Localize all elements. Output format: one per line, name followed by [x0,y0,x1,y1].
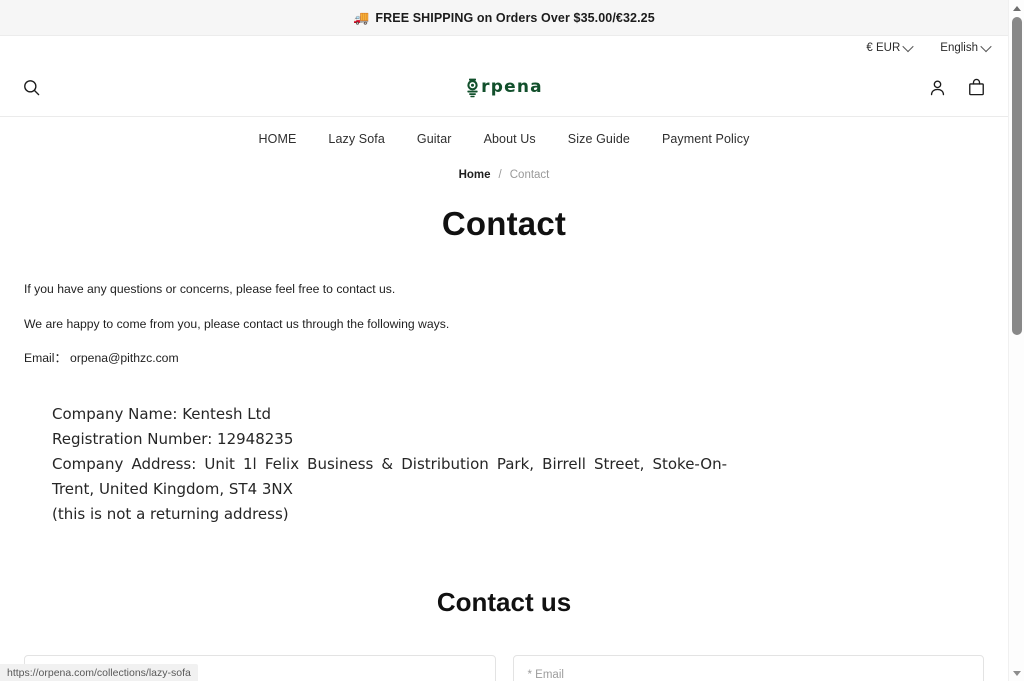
intro-line-email: Email： orpena@pithzc.com [24,351,179,366]
intro-line-2: We are happy to come from you, please co… [24,316,450,331]
nav-item-home[interactable]: HOME [259,132,297,146]
status-bar-url: https://orpena.com/collections/lazy-sofa [7,666,191,679]
site-header: rpena [0,59,1008,117]
chevron-up-icon [1013,5,1021,11]
page-title: Contact [441,205,567,242]
chevron-down-icon [980,40,992,52]
account-button[interactable] [928,78,947,97]
search-icon [24,80,40,96]
logo-mark-icon [467,78,478,97]
nav-item-size-guide[interactable]: Size Guide [568,132,630,146]
currency-selector[interactable]: € EUR [866,40,914,54]
utility-bar: € EUR English [0,36,1008,59]
language-label: English [940,41,978,54]
breadcrumb-home-link[interactable]: Home [459,169,491,181]
announcement-bar: 🚚 FREE SHIPPING on Orders Over $35.00/€3… [0,0,1008,36]
cart-button[interactable] [967,78,986,97]
company-name-line: Company Name: Kentesh Ltd [52,405,271,424]
main-navigation: HOME Lazy Sofa Guitar About Us Size Guid… [0,117,1008,161]
delivery-truck-icon: 🚚 [353,10,370,25]
scroll-up-button[interactable] [1009,0,1024,16]
contact-form-title: Contact us [436,587,572,618]
announcement-text: FREE SHIPPING on Orders Over $35.00/€32.… [375,10,655,25]
nav-item-lazy-sofa[interactable]: Lazy Sofa [328,132,385,146]
nav-item-payment-policy[interactable]: Payment Policy [662,132,750,146]
account-icon [930,80,945,96]
nav-item-about-us[interactable]: About Us [484,132,536,146]
intro-line-1: If you have any questions or concerns, p… [24,282,396,296]
company-registration-line: Registration Number: 12948235 [52,430,294,449]
breadcrumb-separator: / [498,169,502,181]
logo-link[interactable]: rpena [465,78,543,98]
shopping-bag-icon [969,78,984,96]
breadcrumb-current: Contact [509,169,550,181]
status-bar: https://orpena.com/collections/lazy-sofa [0,664,198,681]
site-logo: rpena [0,59,1008,116]
intro-copy: If you have any questions or concerns, p… [0,281,1008,368]
company-address-line: Company Address: Unit 1l Felix Business … [52,455,727,499]
page-viewport: 🚚 FREE SHIPPING on Orders Over $35.00/€3… [0,0,1008,681]
scrollbar-thumb[interactable] [1012,17,1022,335]
breadcrumb: Home / Contact [0,161,1008,181]
chevron-down-icon [1013,670,1021,676]
chevron-down-icon [902,40,914,52]
company-info-block: Company Name: Kentesh Ltd Registration N… [52,402,727,527]
nav-item-guitar[interactable]: Guitar [417,132,452,146]
company-note-line: (this is not a returning address) [52,505,289,524]
language-selector[interactable]: English [940,40,992,54]
currency-label: € EUR [866,41,901,54]
vertical-scrollbar[interactable] [1008,0,1024,681]
logo-text: rpena [481,77,543,97]
email-input[interactable]: * Email [512,655,984,681]
header-actions [928,59,986,116]
email-input-placeholder: * Email [527,669,564,681]
search-button[interactable] [22,78,41,97]
scroll-down-button[interactable] [1009,665,1024,681]
